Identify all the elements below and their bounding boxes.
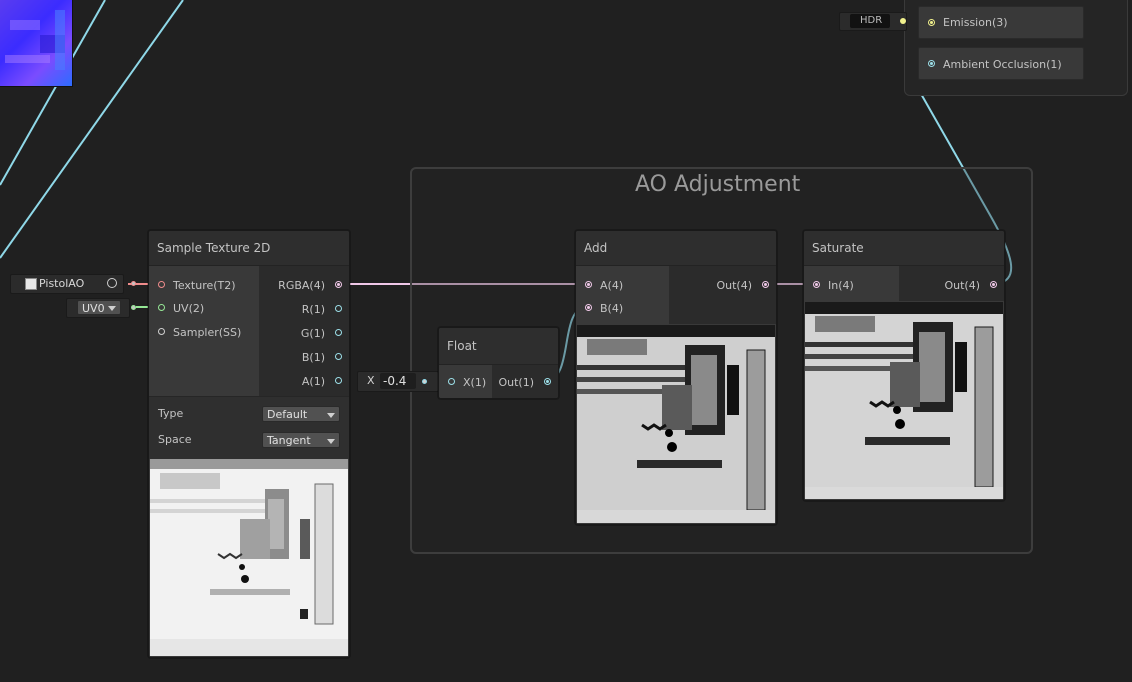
- emission-port-icon[interactable]: [928, 19, 935, 26]
- float-output-label: Out(1): [498, 376, 534, 389]
- r-output-port-icon[interactable]: [335, 305, 342, 312]
- uv-dropdown[interactable]: UV0: [77, 300, 121, 315]
- ambient-occlusion-label: Ambient Occlusion(1): [943, 58, 1062, 71]
- add-output-label: Out(4): [716, 279, 752, 292]
- float-input-label: X(1): [463, 376, 487, 389]
- saturate-output-port-icon[interactable]: [990, 281, 997, 288]
- type-label: Type: [158, 407, 184, 420]
- master-port-ambient-occlusion[interactable]: Ambient Occlusion(1): [918, 47, 1084, 80]
- b-output-label: B(1): [301, 351, 325, 364]
- uv-field-port-icon[interactable]: [131, 305, 136, 310]
- node-title[interactable]: Sample Texture 2D: [149, 231, 349, 266]
- add-b-input-label: B(4): [600, 302, 624, 315]
- uv-field[interactable]: UV0: [66, 298, 130, 318]
- saturate-node[interactable]: Saturate In(4) Out(4): [803, 230, 1005, 501]
- float-x-label: X: [367, 374, 375, 387]
- add-a-input-label: A(4): [600, 279, 624, 292]
- add-output-port-icon[interactable]: [762, 281, 769, 288]
- dropdown-caret-icon: [327, 413, 335, 418]
- output-ports: [669, 266, 776, 324]
- rgba-output-port-icon[interactable]: [335, 281, 342, 288]
- float-x-input[interactable]: -0.4: [380, 373, 416, 389]
- float-x-value: -0.4: [383, 374, 407, 388]
- texture-asset-field[interactable]: PistolAO: [10, 274, 124, 294]
- r-output-label: R(1): [301, 303, 325, 316]
- space-label: Space: [158, 433, 192, 446]
- add-b-input-port-icon[interactable]: [585, 304, 592, 311]
- rgba-output-label: RGBA(4): [278, 279, 325, 292]
- hdr-field[interactable]: HDR: [839, 12, 907, 31]
- uv-input-label: UV(2): [173, 302, 205, 315]
- node-title[interactable]: Saturate: [804, 231, 1004, 266]
- float-input-port-icon[interactable]: [448, 378, 455, 385]
- space-dropdown[interactable]: Tangent: [262, 432, 340, 448]
- master-port-emission[interactable]: Emission(3): [918, 6, 1084, 39]
- saturate-input-label: In(4): [828, 279, 854, 292]
- space-value: Tangent: [267, 434, 311, 447]
- float-output-port-icon[interactable]: [544, 378, 551, 385]
- uv-value: UV0: [82, 302, 105, 315]
- ambient-occlusion-port-icon[interactable]: [928, 60, 935, 67]
- normal-map-detail: [5, 10, 65, 70]
- add-preview: [577, 325, 775, 523]
- sampler-input-port-icon[interactable]: [158, 328, 165, 335]
- node-title[interactable]: Add: [576, 231, 776, 266]
- type-value: Default: [267, 408, 308, 421]
- a-output-label: A(1): [301, 375, 325, 388]
- saturate-preview: [805, 302, 1003, 499]
- emission-label: Emission(3): [943, 16, 1008, 29]
- saturate-input-port-icon[interactable]: [813, 281, 820, 288]
- texture-field-label: PistolAO: [39, 277, 85, 290]
- object-picker-icon[interactable]: [107, 278, 117, 288]
- normal-map-preview: [0, 0, 73, 87]
- add-a-input-port-icon[interactable]: [585, 281, 592, 288]
- g-output-port-icon[interactable]: [335, 329, 342, 336]
- type-dropdown[interactable]: Default: [262, 406, 340, 422]
- texture-field-port-icon[interactable]: [131, 281, 136, 286]
- float-x-field-port-icon[interactable]: [422, 379, 427, 384]
- texture-input-label: Texture(T2): [173, 279, 236, 292]
- hdr-label: HDR: [860, 15, 883, 26]
- ao-preview-image: [150, 459, 348, 656]
- node-title[interactable]: Float: [439, 328, 558, 365]
- add-node[interactable]: Add A(4) B(4) Out(4): [575, 230, 777, 525]
- texture-input-port-icon[interactable]: [158, 281, 165, 288]
- saturate-output-label: Out(4): [944, 279, 980, 292]
- b-output-port-icon[interactable]: [335, 353, 342, 360]
- saturate-preview-image: [805, 302, 1003, 499]
- sampler-input-label: Sampler(SS): [173, 326, 242, 339]
- add-preview-image: [577, 325, 775, 523]
- float-node[interactable]: Float X(1) Out(1): [438, 327, 559, 399]
- dropdown-caret-icon: [327, 439, 335, 444]
- texture-icon: [25, 278, 37, 290]
- hdr-output-port-icon[interactable]: [900, 18, 906, 24]
- sample-texture-2d-node[interactable]: Sample Texture 2D Texture(T2) UV(2) Samp…: [148, 230, 350, 658]
- texture-preview: [150, 459, 348, 656]
- a-output-port-icon[interactable]: [335, 377, 342, 384]
- float-x-field[interactable]: X -0.4: [357, 371, 439, 392]
- group-title[interactable]: AO Adjustment: [635, 172, 800, 197]
- uv-input-port-icon[interactable]: [158, 304, 165, 311]
- dropdown-caret-icon: [108, 306, 116, 311]
- g-output-label: G(1): [300, 327, 325, 340]
